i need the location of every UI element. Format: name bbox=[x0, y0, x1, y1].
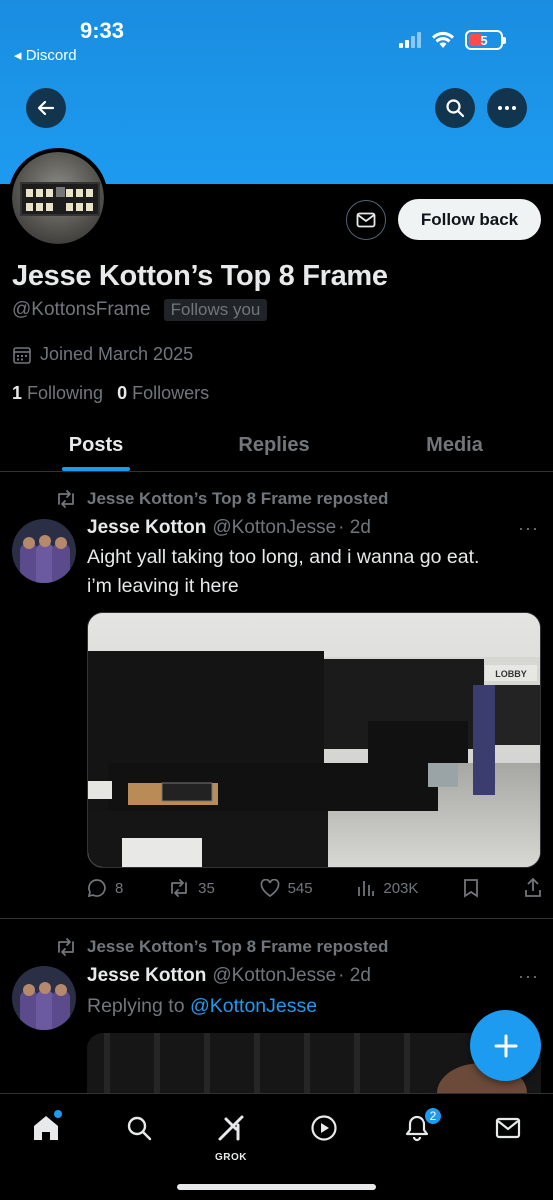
repost-button[interactable]: 35 bbox=[168, 879, 215, 897]
compose-post-button[interactable] bbox=[470, 1010, 541, 1081]
replying-prefix: Replying to bbox=[87, 995, 185, 1017]
reply-count: 8 bbox=[115, 879, 124, 897]
notifications-badge: 2 bbox=[423, 1106, 443, 1126]
post-header: Jesse Kotton @KottonJesse · 2d bbox=[87, 517, 371, 539]
nav-video[interactable] bbox=[304, 1108, 344, 1148]
post-header: Jesse Kotton @KottonJesse · 2d bbox=[87, 965, 371, 987]
lobby-sign: LOBBY bbox=[495, 669, 527, 679]
nav-home[interactable] bbox=[26, 1108, 66, 1148]
replying-to-link[interactable]: @KottonJesse bbox=[190, 995, 317, 1017]
followers-link[interactable]: 0 Followers bbox=[117, 383, 209, 404]
tab-replies[interactable]: Replies bbox=[192, 420, 356, 471]
share-button[interactable] bbox=[524, 878, 542, 898]
search-icon bbox=[127, 1116, 152, 1141]
plus-icon bbox=[494, 1034, 517, 1057]
followers-count: 0 bbox=[117, 383, 128, 403]
post-media-image[interactable]: LOBBY bbox=[87, 612, 541, 868]
share-icon bbox=[525, 878, 541, 897]
follow-back-button[interactable]: Follow back bbox=[398, 199, 541, 240]
unread-dot bbox=[54, 1110, 62, 1118]
message-button[interactable] bbox=[346, 200, 386, 240]
frame-image bbox=[20, 182, 100, 216]
post-author-avatar[interactable] bbox=[12, 966, 76, 1030]
followers-label: Followers bbox=[132, 383, 210, 403]
following-label: Following bbox=[27, 383, 104, 403]
calendar-icon bbox=[13, 346, 31, 364]
follow-counts: 1 Following 0 Followers bbox=[12, 383, 209, 404]
following-link[interactable]: 1 Following bbox=[12, 383, 103, 404]
search-button[interactable] bbox=[435, 88, 475, 128]
repost-icon bbox=[58, 490, 74, 508]
post-text-line: i’m leaving it here bbox=[87, 575, 239, 597]
tab-posts[interactable]: Posts bbox=[0, 420, 192, 471]
repost-indicator: Jesse Kotton’s Top 8 Frame reposted bbox=[55, 489, 388, 509]
post-time: · 2d bbox=[338, 517, 371, 538]
grok-label: GROK bbox=[215, 1152, 247, 1163]
post-author-name[interactable]: Jesse Kotton bbox=[87, 965, 206, 987]
post-actions: 8 35 545 203K bbox=[87, 878, 542, 898]
back-button[interactable] bbox=[26, 88, 66, 128]
grok-icon bbox=[218, 1115, 244, 1141]
follows-you-badge: Follows you bbox=[163, 299, 268, 321]
reply-icon bbox=[87, 879, 106, 898]
wifi-icon bbox=[432, 31, 454, 48]
venue-photo: LOBBY bbox=[88, 613, 540, 867]
views-button[interactable]: 203K bbox=[357, 879, 418, 897]
handle-row: @KottonsFrame Follows you bbox=[12, 299, 268, 321]
joined-text: Joined March 2025 bbox=[40, 344, 194, 364]
following-count: 1 bbox=[12, 383, 23, 403]
repost-indicator: Jesse Kotton’s Top 8 Frame reposted bbox=[55, 937, 388, 957]
status-icons: 5 bbox=[399, 30, 506, 50]
more-options-button[interactable] bbox=[487, 88, 527, 128]
post-author-name[interactable]: Jesse Kotton bbox=[87, 517, 206, 539]
views-count: 203K bbox=[383, 879, 419, 897]
like-count: 545 bbox=[287, 879, 313, 897]
nav-grok[interactable]: GROK bbox=[211, 1108, 251, 1163]
post-text-line: Aight yall taking too long, and i wanna … bbox=[87, 546, 480, 568]
bookmark-icon bbox=[464, 879, 479, 898]
post-more-button[interactable]: ··· bbox=[518, 966, 539, 987]
replying-to: Replying to @KottonJesse bbox=[87, 995, 317, 1018]
heart-icon bbox=[260, 879, 279, 897]
profile-tabs: Posts Replies Media bbox=[0, 420, 553, 472]
reply-button[interactable]: 8 bbox=[87, 878, 123, 898]
tab-media[interactable]: Media bbox=[356, 420, 553, 471]
signal-icon bbox=[399, 32, 421, 48]
nav-messages[interactable] bbox=[488, 1108, 528, 1148]
profile-handle: @KottonsFrame bbox=[12, 299, 151, 320]
post-text: Aight yall taking too long, and i wanna … bbox=[87, 543, 537, 601]
repost-count: 35 bbox=[198, 879, 215, 897]
like-button[interactable]: 545 bbox=[260, 879, 313, 897]
bookmark-button[interactable] bbox=[463, 878, 479, 898]
arrow-left-icon bbox=[37, 100, 55, 116]
battery-level: 5 bbox=[480, 32, 488, 48]
profile-avatar[interactable] bbox=[8, 148, 108, 248]
home-icon bbox=[34, 1116, 58, 1140]
repost-icon bbox=[58, 938, 74, 956]
play-circle-icon bbox=[311, 1115, 337, 1141]
mail-icon bbox=[495, 1117, 521, 1139]
search-icon bbox=[446, 99, 465, 118]
post-divider bbox=[0, 918, 553, 919]
more-horizontal-icon bbox=[498, 106, 516, 110]
views-chart-icon bbox=[358, 881, 375, 896]
home-indicator bbox=[177, 1184, 376, 1190]
mail-icon bbox=[356, 212, 376, 228]
post-author-avatar[interactable] bbox=[12, 519, 76, 583]
repost-icon bbox=[171, 879, 188, 897]
status-time: 9:33 bbox=[80, 18, 125, 43]
post-more-button[interactable]: ··· bbox=[518, 518, 539, 539]
post-author-handle: @KottonJesse bbox=[212, 965, 337, 986]
nav-notifications[interactable]: 2 bbox=[397, 1106, 443, 1148]
joined-date: Joined March 2025 bbox=[12, 344, 193, 365]
profile-name: Jesse Kotton’s Top 8 Frame bbox=[12, 260, 388, 292]
post-author-handle: @KottonJesse bbox=[212, 517, 337, 538]
battery-icon: 5 bbox=[465, 30, 506, 50]
back-to-app-link[interactable]: ◂ Discord bbox=[14, 46, 77, 64]
repost-text: Jesse Kotton’s Top 8 Frame reposted bbox=[87, 489, 389, 508]
repost-text: Jesse Kotton’s Top 8 Frame reposted bbox=[87, 937, 389, 956]
nav-search[interactable] bbox=[119, 1108, 159, 1148]
post-time: · 2d bbox=[338, 965, 371, 986]
